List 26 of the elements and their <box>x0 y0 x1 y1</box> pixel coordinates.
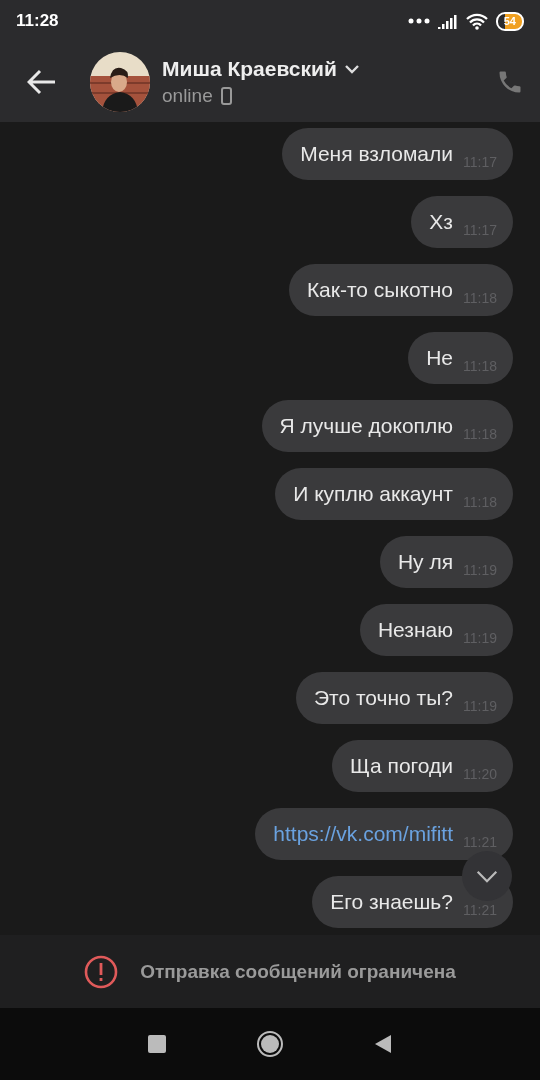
message-text: Это точно ты? <box>313 686 453 710</box>
chevron-down-icon <box>476 869 498 883</box>
home-button[interactable] <box>256 1030 284 1058</box>
more-dots-icon <box>407 18 430 24</box>
restriction-notice: Отправка сообщений ограничена <box>140 960 456 983</box>
message-text: Его знаешь? <box>330 890 453 914</box>
chevron-down-icon <box>344 64 359 74</box>
message-text: Я лучше докоплю <box>279 414 453 438</box>
message-text: Хз <box>429 210 453 234</box>
message-text: Незнаю <box>377 618 453 642</box>
message-text: Не <box>426 346 453 370</box>
message-text: Меня взломали <box>300 142 453 166</box>
back-arrow-icon <box>27 69 57 95</box>
signal-icon <box>437 13 458 29</box>
message-text: Ща погоди <box>350 754 453 778</box>
warning-icon <box>84 954 119 989</box>
online-status: online <box>162 85 213 107</box>
contact-name[interactable]: Миша Краевский <box>162 57 337 81</box>
phone-device-icon <box>220 87 232 105</box>
back-nav-button[interactable] <box>374 1034 392 1054</box>
message-text: Как-то сыкотно <box>306 278 453 302</box>
message-link[interactable]: https://vk.com/mifitt <box>273 822 453 846</box>
wifi-icon <box>465 12 488 30</box>
message-text: И куплю аккаунт <box>293 482 453 506</box>
message-text: Ну ля <box>397 550 453 574</box>
status-time: 11:28 <box>16 11 59 31</box>
